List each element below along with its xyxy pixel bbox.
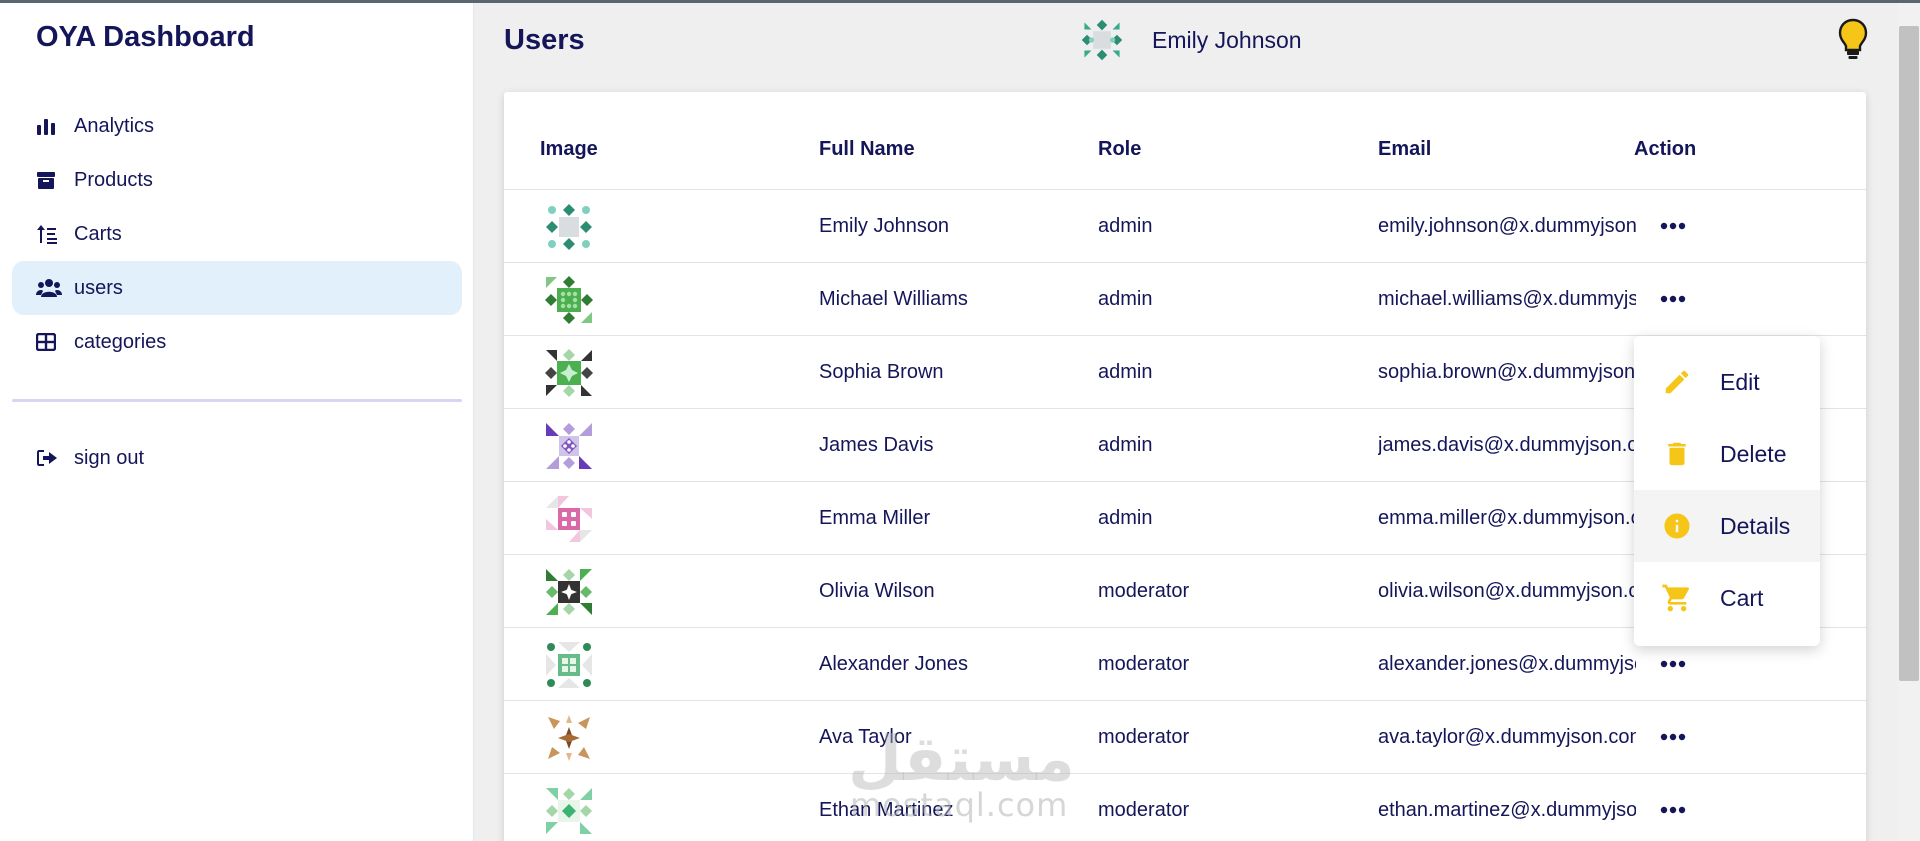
table-row: Michael Williams admin michael.williams@… <box>504 263 1866 336</box>
column-header-email: Email <box>1378 138 1432 160</box>
user-full-name: Michael Williams <box>819 288 968 310</box>
menu-item-label: Edit <box>1720 368 1760 395</box>
user-full-name: Emily Johnson <box>819 215 950 237</box>
box-icon <box>36 169 64 191</box>
sidebar-item-users[interactable]: users <box>12 261 462 315</box>
trash-icon <box>1660 437 1694 471</box>
lightbulb-icon <box>1838 18 1868 59</box>
sidebar-item-label: Carts <box>74 222 122 245</box>
pencil-icon <box>1660 365 1694 399</box>
avatar <box>545 276 593 324</box>
row-actions-menu: Edit Delete Details Cart <box>1634 336 1820 646</box>
menu-item-label: Delete <box>1720 440 1787 467</box>
menu-item-edit[interactable]: Edit <box>1634 346 1820 418</box>
more-horizontal-icon <box>1660 733 1686 741</box>
user-full-name: Alexander Jones <box>819 653 968 675</box>
sidebar-item-products[interactable]: Products <box>12 153 462 207</box>
avatar <box>546 788 592 834</box>
menu-item-details[interactable]: Details <box>1634 490 1820 562</box>
header-user-name: Emily Johnson <box>1152 26 1302 53</box>
header-user[interactable]: Emily Johnson <box>1080 18 1302 62</box>
sidebar-item-categories[interactable]: categories <box>12 315 462 369</box>
user-email: sophia.brown@x.dummyjson.com <box>1378 361 1636 383</box>
avatar <box>546 642 592 688</box>
sign-out-label: sign out <box>74 446 145 469</box>
user-email: ava.taylor@x.dummyjson.com <box>1378 726 1636 748</box>
user-role: admin <box>1098 361 1153 383</box>
sidebar-item-label: users <box>74 276 123 299</box>
row-actions-button[interactable] <box>1657 287 1689 311</box>
row-actions-button[interactable] <box>1657 652 1689 676</box>
user-full-name: Olivia Wilson <box>819 580 935 602</box>
avatar <box>545 349 593 397</box>
table-row: Ava Taylor moderator ava.taylor@x.dummyj… <box>504 701 1866 774</box>
user-full-name: James Davis <box>819 434 934 456</box>
user-email: james.davis@x.dummyjson.com <box>1378 434 1636 456</box>
user-role: admin <box>1098 215 1153 237</box>
avatar <box>1081 19 1123 61</box>
more-horizontal-icon <box>1660 660 1686 668</box>
user-email: emily.johnson@x.dummyjson.com <box>1378 215 1636 237</box>
sidebar: OYA Dashboard Analytics Products Carts u… <box>0 3 474 841</box>
user-email: emma.miller@x.dummyjson.com <box>1378 507 1636 529</box>
user-email: olivia.wilson@x.dummyjson.com <box>1378 580 1636 602</box>
column-header-role: Role <box>1098 138 1142 160</box>
sidebar-item-label: categories <box>74 330 167 353</box>
menu-item-label: Details <box>1720 512 1791 539</box>
user-role: admin <box>1098 288 1153 310</box>
cart-icon <box>1660 581 1694 615</box>
watermark-arabic: مستقل <box>848 722 1075 795</box>
avatar <box>546 423 592 469</box>
column-header-image: Image <box>540 138 598 160</box>
user-role: moderator <box>1098 653 1190 675</box>
sign-out-icon <box>36 447 64 469</box>
sidebar-item-carts[interactable]: Carts <box>12 207 462 261</box>
avatar <box>546 569 592 615</box>
user-role: moderator <box>1098 580 1190 602</box>
table-row: Ethan Martinez moderator ethan.martinez@… <box>504 774 1866 841</box>
row-actions-button[interactable] <box>1657 798 1689 822</box>
column-header-action: Action <box>1634 138 1697 160</box>
more-horizontal-icon <box>1660 806 1686 814</box>
column-header-full-name: Full Name <box>819 138 915 160</box>
sort-icon <box>36 223 64 245</box>
avatar <box>548 715 590 761</box>
user-role: admin <box>1098 507 1153 529</box>
page-title: Users <box>504 24 585 56</box>
avatar <box>546 496 592 542</box>
sidebar-item-analytics[interactable]: Analytics <box>12 99 462 153</box>
theme-toggle-button[interactable] <box>1838 18 1868 67</box>
avatar <box>546 204 592 250</box>
menu-item-delete[interactable]: Delete <box>1634 418 1820 490</box>
scrollbar-thumb[interactable] <box>1899 26 1919 681</box>
more-horizontal-icon <box>1660 295 1686 303</box>
user-full-name: Sophia Brown <box>819 361 944 383</box>
user-role: admin <box>1098 434 1153 456</box>
sign-out-button[interactable]: sign out <box>12 431 462 485</box>
user-email: alexander.jones@x.dummyjson.com <box>1378 653 1636 675</box>
sidebar-divider <box>12 399 462 402</box>
bar-chart-icon <box>36 115 64 137</box>
sidebar-item-label: Products <box>74 168 153 191</box>
user-full-name: Emma Miller <box>819 507 931 529</box>
more-horizontal-icon <box>1660 222 1686 230</box>
user-role: moderator <box>1098 799 1190 821</box>
row-actions-button[interactable] <box>1657 214 1689 238</box>
menu-item-label: Cart <box>1720 584 1764 611</box>
watermark-latin: mostaql.com <box>850 786 1069 824</box>
menu-item-cart[interactable]: Cart <box>1634 562 1820 634</box>
table-header: Image Full Name Role Email Action <box>504 92 1866 190</box>
user-role: moderator <box>1098 726 1190 748</box>
user-email: ethan.martinez@x.dummyjson.com <box>1378 799 1636 821</box>
app-title: OYA Dashboard <box>36 21 255 53</box>
info-icon <box>1660 509 1694 543</box>
row-actions-button[interactable] <box>1657 725 1689 749</box>
table-row: Emily Johnson admin emily.johnson@x.dumm… <box>504 190 1866 263</box>
grid-icon <box>36 331 64 353</box>
user-email: michael.williams@x.dummyjson.com <box>1378 288 1636 310</box>
users-icon <box>36 277 64 299</box>
sidebar-item-label: Analytics <box>74 114 155 137</box>
